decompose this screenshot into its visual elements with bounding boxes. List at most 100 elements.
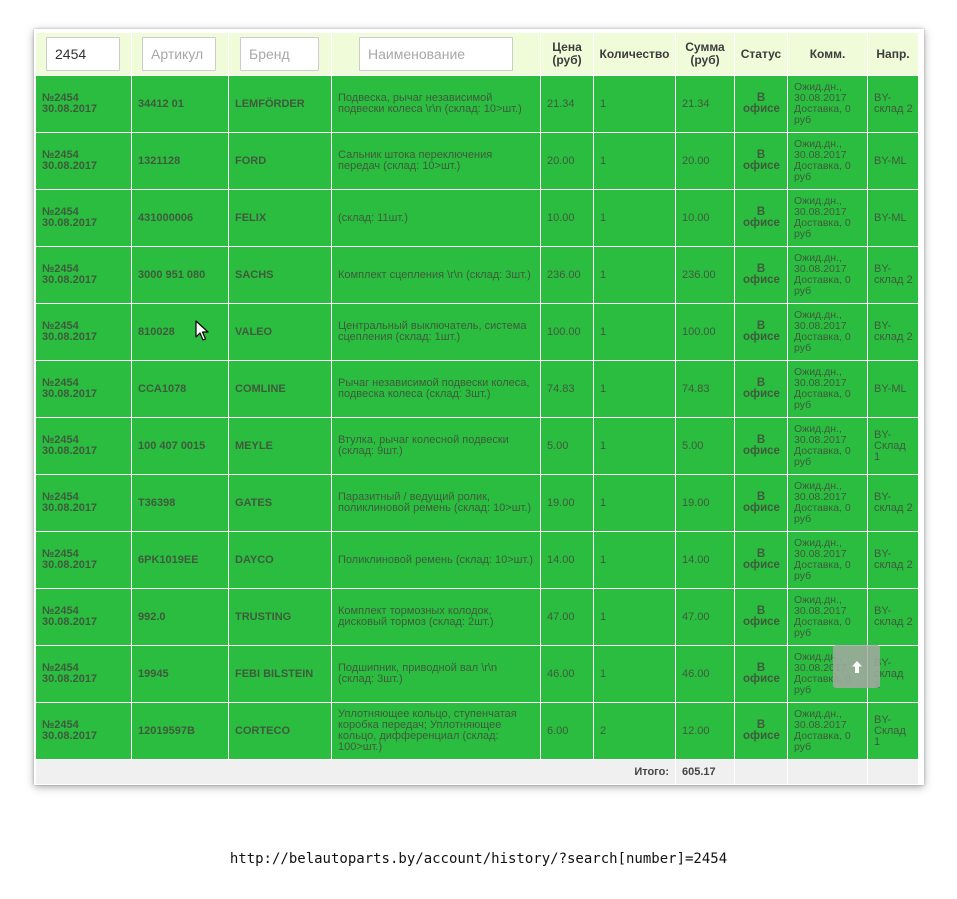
comment-cell: Ожид.дн., 30.08.2017 Доставка, 0 руб [787,588,868,646]
quantity-cell: 1 [593,75,676,133]
direction-cell: BY- Склад 1 [867,702,919,760]
status-cell: В офисе [734,531,788,589]
brand-cell: DAYCO [228,531,332,589]
quantity-cell: 2 [593,702,676,760]
price-cell: 100.00 [540,303,594,361]
price-cell: 14.00 [540,531,594,589]
name-cell: Рычаг независимой подвески колеса, подве… [331,360,541,418]
order-number-filter-input[interactable] [46,37,120,71]
article-cell: 12019597B [131,702,229,760]
price-cell: 47.00 [540,588,594,646]
totals-empty-cell [787,759,868,785]
name-cell: Паразитный / ведущий ролик, поликлиновой… [331,474,541,532]
name-cell: Уплотняющее кольцо, ступенчатая коробка … [331,702,541,760]
direction-cell: BY-ML [867,132,919,190]
order-cell: №2454 30.08.2017 [35,303,132,361]
status-label: В офисе [743,377,780,400]
order-row[interactable]: №2454 30.08.2017 19945 FEBI BILSTEIN Подшипн… [35,645,919,703]
price-column-header[interactable]: Цена (руб) [540,32,594,76]
direction-cell: BY-ML [867,360,919,418]
order-row[interactable]: №2454 30.08.2017 3000 951 080 SACHS Комплект… [35,246,919,304]
order-date: 30.08.2017 [42,559,98,571]
quantity-column-header[interactable]: Количество [593,32,676,76]
order-row[interactable]: №2454 30.08.2017 1321128 FORD Сальник штока … [35,132,919,190]
quantity-cell: 1 [593,360,676,418]
order-row[interactable]: №2454 30.08.2017 100 407 0015 MEYLE Втулка, … [35,417,919,475]
sum-cell: 21.34 [675,75,735,133]
comment-cell: Ожид.дн., 30.08.2017 Доставка, 0 руб [787,702,868,760]
article-filter-input[interactable] [142,37,216,71]
order-row[interactable]: №2454 30.08.2017 431000006 FELIX (склад: 11ш… [35,189,919,247]
article-cell: 1321128 [131,132,229,190]
direction-cell: BY- склад 2 [867,246,919,304]
comment-cell: Ожид.дн., 30.08.2017 Доставка, 0 руб [787,360,868,418]
brand-cell: FEBI BILSTEIN [228,645,332,703]
name-cell: Поликлиновой ремень (склад: 10>шт.) [331,531,541,589]
order-date: 30.08.2017 [42,388,98,400]
status-label: В офисе [743,491,780,514]
status-label: В офисе [743,548,780,571]
order-date: 30.08.2017 [42,217,98,229]
order-row[interactable]: №2454 30.08.2017 992.0 TRUSTING Комплект тор… [35,588,919,646]
order-date: 30.08.2017 [42,331,98,343]
order-cell: №2454 30.08.2017 [35,417,132,475]
article-cell: 100 407 0015 [131,417,229,475]
article-cell: 6PK1019EE [131,531,229,589]
name-cell: Сальник штока переключения передач (скла… [331,132,541,190]
brand-cell: FORD [228,132,332,190]
filter-header-row: Цена (руб) Количество Сумма (руб) Статус… [35,32,919,76]
status-label: В офисе [743,662,780,685]
price-cell: 46.00 [540,645,594,703]
comment-cell: Ожид.дн., 30.08.2017 Доставка, 0 руб [787,75,868,133]
brand-cell: FELIX [228,189,332,247]
sum-column-header[interactable]: Сумма (руб) [675,32,735,76]
scroll-to-top-button[interactable] [833,645,880,688]
order-date: 30.08.2017 [42,502,98,514]
order-row[interactable]: №2454 30.08.2017 CCA1078 COMLINE Рычаг незав… [35,360,919,418]
status-label: В офисе [743,92,780,115]
status-label: В офисе [743,434,780,457]
sum-cell: 236.00 [675,246,735,304]
comment-cell: Ожид.дн., 30.08.2017 Доставка, 0 руб [787,474,868,532]
article-cell: T36398 [131,474,229,532]
price-cell: 10.00 [540,189,594,247]
article-cell: 34412 01 [131,75,229,133]
status-column-header[interactable]: Статус [734,32,788,76]
sum-cell: 47.00 [675,588,735,646]
order-cell: №2454 30.08.2017 [35,132,132,190]
order-date: 30.08.2017 [42,274,98,286]
brand-filter-input[interactable] [240,37,319,71]
order-row[interactable]: №2454 30.08.2017 34412 01 LEMFÖRDER Подвеска… [35,75,919,133]
quantity-cell: 1 [593,303,676,361]
order-date: 30.08.2017 [42,616,98,628]
order-row[interactable]: №2454 30.08.2017 12019597B CORTECO Уплотняющ… [35,702,919,760]
quantity-cell: 1 [593,132,676,190]
status-cell: В офисе [734,132,788,190]
comment-cell: Ожид.дн., 30.08.2017 Доставка, 0 руб [787,417,868,475]
status-cell: В офисе [734,360,788,418]
price-cell: 74.83 [540,360,594,418]
order-cell: №2454 30.08.2017 [35,702,132,760]
direction-cell: BY-ML [867,189,919,247]
sum-cell: 10.00 [675,189,735,247]
order-row[interactable]: №2454 30.08.2017 810028 VALEO Центральный вы… [35,303,919,361]
name-cell: (склад: 11шт.) [331,189,541,247]
brand-cell: MEYLE [228,417,332,475]
direction-cell: BY- склад 2 [867,75,919,133]
brand-filter-cell [228,32,332,76]
totals-empty-cell [734,759,788,785]
name-cell: Комплект сцепления \r\n (склад: 3шт.) [331,246,541,304]
article-cell: 431000006 [131,189,229,247]
sum-cell: 20.00 [675,132,735,190]
order-row[interactable]: №2454 30.08.2017 6PK1019EE DAYCO Поликлиново… [35,531,919,589]
order-cell: №2454 30.08.2017 [35,474,132,532]
status-label: В офисе [743,263,780,286]
order-cell: №2454 30.08.2017 [35,531,132,589]
article-cell: 810028 [131,303,229,361]
status-cell: В офисе [734,189,788,247]
brand-cell: VALEO [228,303,332,361]
order-row[interactable]: №2454 30.08.2017 T36398 GATES Паразитный / в… [35,474,919,532]
name-filter-input[interactable] [359,37,513,71]
status-cell: В офисе [734,417,788,475]
direction-cell: BY- склад 2 [867,474,919,532]
